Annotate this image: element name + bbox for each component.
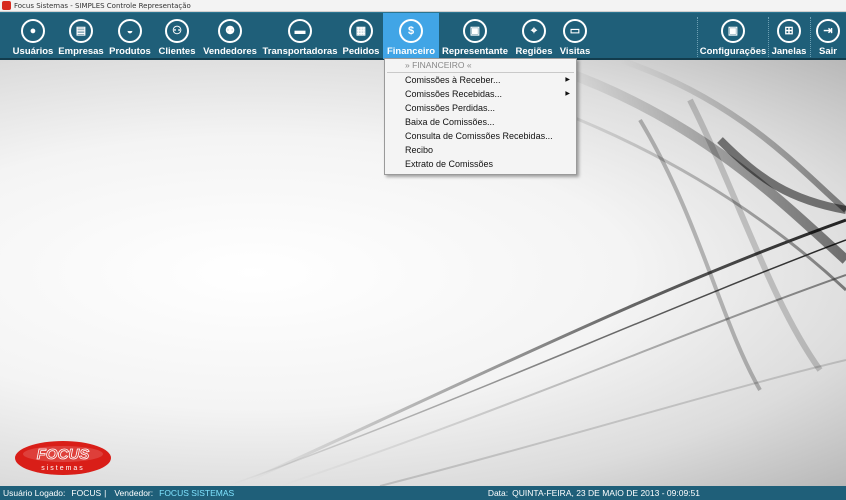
status-divider: | <box>104 488 107 498</box>
toolbar-label: Usuários <box>12 46 54 57</box>
toolbar-button-janelas[interactable]: ⊞ Janelas <box>771 13 807 59</box>
main-toolbar: ● Usuários ▤ Empresas ◒ Produtos ⚇ Clien… <box>0 12 846 60</box>
submenu-arrow-icon: ▶ <box>565 91 570 97</box>
toolbar-label: Pedidos <box>342 46 380 57</box>
toolbar-label: Sair <box>819 46 837 57</box>
menu-header: » FINANCEIRO « <box>405 60 472 70</box>
menu-item-comissoes-a-receber[interactable]: Comissões à Receber... ▶ <box>385 73 576 87</box>
focus-logo: FOCUS sistemas <box>14 440 112 476</box>
toolbar-label: Visitas <box>559 46 591 57</box>
toolbar-button-empresas[interactable]: ▤ Empresas <box>58 13 104 59</box>
calculator-icon: ▦ <box>349 19 373 43</box>
toolbar-button-configuracoes[interactable]: ▣ Configurações <box>699 13 767 59</box>
toolbar-label: Transportadoras <box>262 46 338 57</box>
status-seller-label: Vendedor: <box>114 488 154 498</box>
toolbar-separator <box>810 17 811 57</box>
toolbar-button-clientes[interactable]: ⚇ Clientes <box>157 13 197 59</box>
toolbar-label: Clientes <box>158 46 196 57</box>
menu-item-label: Consulta de Comissões Recebidas... <box>405 131 553 141</box>
status-user-label: Usuário Logado: <box>3 488 66 498</box>
toolbar-button-sair[interactable]: ⇥ Sair <box>814 13 842 59</box>
menu-item-baixa-de-comissoes[interactable]: Baixa de Comissões... <box>385 115 576 129</box>
group-icon: ⚉ <box>218 19 242 43</box>
users-icon: ⚇ <box>165 19 189 43</box>
card-icon: ▭ <box>563 19 587 43</box>
floppy-icon: ▣ <box>721 19 745 43</box>
dollar-icon: $ <box>399 19 423 43</box>
window-titlebar: Focus Sistemas - SIMPLES Controle Repres… <box>0 0 846 12</box>
window-title: Focus Sistemas - SIMPLES Controle Repres… <box>14 1 191 10</box>
map-pin-icon: ⌖ <box>522 19 546 43</box>
menu-item-comissoes-perdidas[interactable]: Comissões Perdidas... <box>385 101 576 115</box>
menu-item-comissoes-recebidas[interactable]: Comissões Recebidas... ▶ <box>385 87 576 101</box>
menu-item-label: Extrato de Comissões <box>405 159 494 169</box>
toolbar-label: Empresas <box>58 46 104 57</box>
truck-icon: ▬ <box>288 19 312 43</box>
status-date-label: Data: <box>487 488 509 498</box>
menu-item-label: Comissões Recebidas... <box>405 89 503 99</box>
exit-icon: ⇥ <box>816 19 840 43</box>
status-seller-value: FOCUS SISTEMAS <box>159 488 235 498</box>
windows-icon: ⊞ <box>777 19 801 43</box>
toolbar-button-regioes[interactable]: ⌖ Regiões <box>514 13 554 59</box>
toolbar-button-transportadoras[interactable]: ▬ Transportadoras <box>262 13 338 59</box>
toolbar-label: Representante <box>442 46 508 57</box>
basket-icon: ◒ <box>118 19 142 43</box>
cash-register-icon: ▣ <box>463 19 487 43</box>
toolbar-button-produtos[interactable]: ◒ Produtos <box>109 13 151 59</box>
toolbar-button-pedidos[interactable]: ▦ Pedidos <box>341 13 381 59</box>
user-icon: ● <box>21 19 45 43</box>
status-bar: Usuário Logado: FOCUS | Vendedor: FOCUS … <box>0 486 846 500</box>
toolbar-button-usuarios[interactable]: ● Usuários <box>12 13 54 59</box>
status-user-value: FOCUS <box>71 488 102 498</box>
toolbar-button-vendedores[interactable]: ⚉ Vendedores <box>203 13 257 59</box>
menu-item-recibo[interactable]: Recibo <box>385 143 576 157</box>
toolbar-label: Regiões <box>515 46 553 57</box>
toolbar-separator <box>768 17 769 57</box>
svg-text:sistemas: sistemas <box>41 465 85 472</box>
submenu-arrow-icon: ▶ <box>565 77 570 83</box>
building-icon: ▤ <box>69 19 93 43</box>
toolbar-label: Produtos <box>109 46 151 57</box>
svg-text:FOCUS: FOCUS <box>37 446 90 463</box>
toolbar-label: Janelas <box>771 46 807 57</box>
toolbar-button-financeiro[interactable]: $ Financeiro <box>383 13 439 59</box>
toolbar-label: Financeiro <box>386 46 436 57</box>
menu-item-label: Comissões Perdidas... <box>405 103 496 113</box>
toolbar-label: Vendedores <box>203 46 257 57</box>
financeiro-menu: » FINANCEIRO « Comissões à Receber... ▶ … <box>384 58 577 175</box>
menu-item-consulta-comissoes-recebidas[interactable]: Consulta de Comissões Recebidas... <box>385 129 576 143</box>
toolbar-label: Configurações <box>699 46 767 57</box>
toolbar-button-visitas[interactable]: ▭ Visitas <box>557 13 593 59</box>
toolbar-separator <box>697 17 698 57</box>
toolbar-button-representante[interactable]: ▣ Representante <box>442 13 508 59</box>
menu-item-extrato-de-comissoes[interactable]: Extrato de Comissões <box>385 157 576 171</box>
menu-item-label: Baixa de Comissões... <box>405 117 495 127</box>
menu-item-label: Comissões à Receber... <box>405 75 501 85</box>
status-date-value: QUINTA-FEIRA, 23 DE MAIO DE 2013 - 09:09… <box>512 488 700 498</box>
app-icon <box>2 1 11 10</box>
menu-item-label: Recibo <box>405 145 434 155</box>
logo-graphic: FOCUS sistemas <box>15 441 111 475</box>
